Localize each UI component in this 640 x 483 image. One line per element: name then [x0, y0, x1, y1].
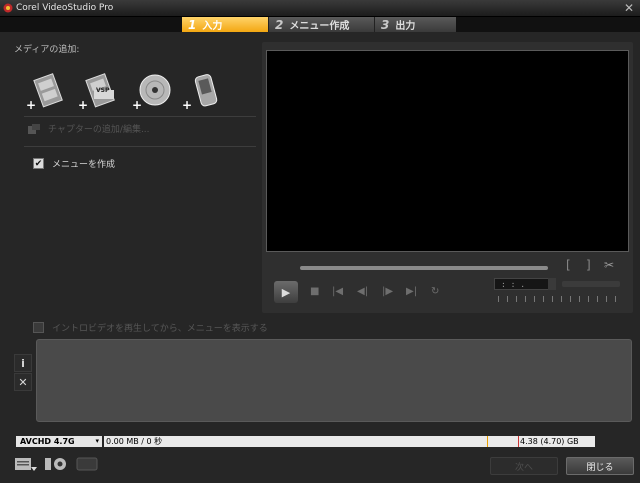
create-menu-label: メニューを作成 [52, 160, 116, 170]
step-number: 3 [381, 17, 390, 32]
used-space: 0.00 MB / 0 秒 [106, 437, 163, 446]
close-window-icon[interactable]: ✕ [624, 1, 634, 15]
plus-icon: + [78, 98, 89, 112]
preview-screen [266, 50, 629, 252]
disc-type-value: AVCHD 4.7G [20, 437, 75, 446]
remove-button[interactable]: ✕ [14, 373, 32, 391]
step-bar: 1 入力 2 メニュー作成 3 出力 [0, 17, 640, 32]
jog-ticks [498, 296, 620, 302]
volume-slider[interactable] [562, 281, 620, 287]
chevron-down-icon: ▾ [95, 437, 99, 445]
window-title: Corel VideoStudio Pro [16, 3, 114, 13]
capacity-limit-marker [518, 436, 519, 447]
previous-frame-button[interactable]: ◀| [357, 286, 368, 297]
info-button[interactable]: i [14, 354, 32, 372]
disc-type-select[interactable]: AVCHD 4.7G ▾ [16, 436, 102, 447]
create-menu-checkbox[interactable]: ✔ [33, 158, 44, 169]
vsp-badge: VSP [96, 87, 110, 94]
step-number: 2 [275, 17, 284, 32]
tab-step-output[interactable]: 3 出力 [374, 17, 456, 32]
add-mobile-device-icon[interactable] [186, 72, 228, 108]
hd-preview-icon[interactable] [76, 456, 98, 472]
go-to-end-button[interactable]: ▶| [406, 286, 417, 297]
plus-icon: + [182, 98, 193, 112]
close-button[interactable]: 閉じる [566, 457, 634, 475]
divider [24, 116, 256, 117]
capacity-marker [487, 436, 488, 447]
intro-video-option[interactable]: イントロビデオを再生してから、メニューを表示する [33, 321, 268, 334]
create-menu-option[interactable]: ✔ メニューを作成 [33, 157, 115, 170]
app-icon [3, 3, 13, 13]
plus-icon: + [26, 98, 37, 112]
tab-step-input[interactable]: 1 入力 [182, 17, 268, 32]
project-settings-icon[interactable] [14, 456, 38, 472]
disc-capacity-bar: 0.00 MB / 0 秒 4.38 (4.70) GB [104, 436, 595, 447]
tab-step-menu[interactable]: 2 メニュー作成 [268, 17, 374, 32]
timecode-field[interactable]: : : . [494, 278, 556, 290]
play-button[interactable]: ▶ [274, 281, 298, 303]
step-label: 出力 [395, 21, 416, 32]
stop-button[interactable]: ■ [310, 286, 319, 297]
total-space: 4.38 (4.70) GB [520, 437, 579, 446]
split-clip-icon[interactable]: ✂ [604, 258, 614, 272]
step-label: 入力 [202, 21, 223, 32]
chapter-label: チャプターの追加/編集... [48, 125, 150, 135]
title-bar: Corel VideoStudio Pro ✕ [0, 0, 640, 17]
go-to-start-button[interactable]: |◀ [332, 286, 343, 297]
intro-video-label: イントロビデオを再生してから、メニューを表示する [52, 324, 268, 334]
media-heading: メディアの追加: [14, 45, 80, 55]
step-label: メニュー作成 [289, 21, 350, 32]
mark-out-button[interactable]: ] [586, 258, 591, 272]
mark-in-button[interactable]: [ [566, 258, 571, 272]
media-list-panel[interactable] [36, 339, 632, 422]
next-button[interactable]: 次へ [490, 457, 558, 475]
chapter-icon [28, 123, 40, 134]
preferences-icon[interactable] [44, 456, 70, 472]
chapter-edit-button[interactable]: チャプターの追加/編集... [28, 122, 150, 135]
intro-video-checkbox[interactable] [33, 322, 44, 333]
plus-icon: + [132, 98, 143, 112]
divider [24, 146, 256, 147]
repeat-button[interactable]: ↻ [431, 286, 439, 297]
step-number: 1 [188, 17, 197, 32]
next-frame-button[interactable]: |▶ [382, 286, 393, 297]
timeline-scrubber[interactable] [300, 266, 548, 270]
timecode-spinner[interactable] [548, 278, 556, 290]
